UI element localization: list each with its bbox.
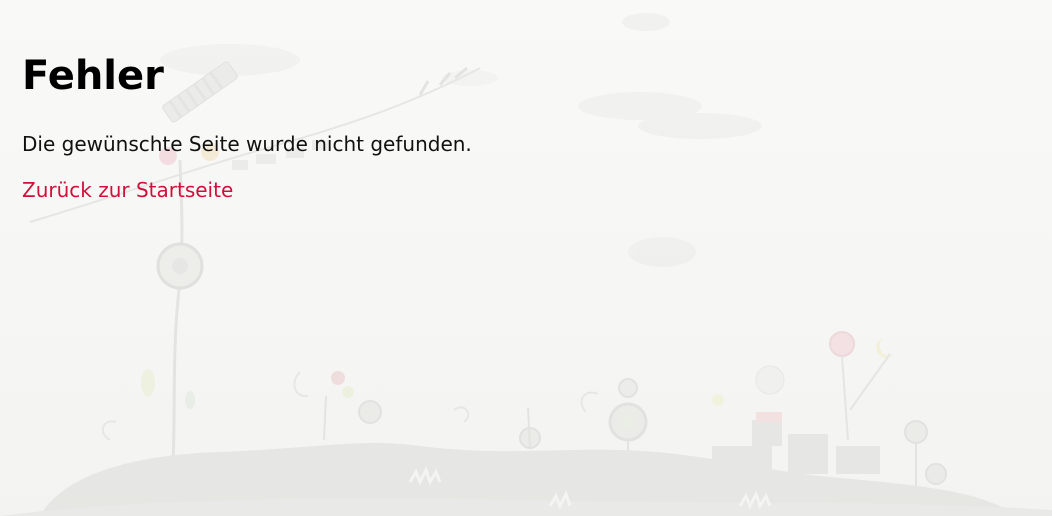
error-message: Die gewünschte Seite wurde nicht gefunde… <box>22 132 472 156</box>
error-content: Fehler Die gewünschte Seite wurde nicht … <box>22 50 722 203</box>
page-title: Fehler <box>22 53 164 99</box>
home-link[interactable]: Zurück zur Startseite <box>22 177 233 203</box>
error-page: Fehler Die gewünschte Seite wurde nicht … <box>0 0 1052 516</box>
